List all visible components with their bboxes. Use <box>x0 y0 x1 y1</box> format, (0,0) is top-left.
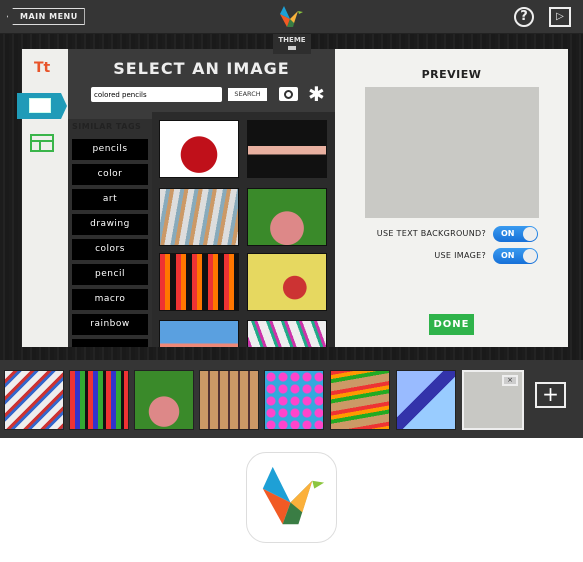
slide-thumbnail[interactable] <box>199 370 259 430</box>
tag-art[interactable]: art <box>72 189 148 210</box>
image-result[interactable] <box>159 320 239 347</box>
image-result[interactable] <box>247 253 327 311</box>
current-slide-thumbnail[interactable]: × <box>462 370 524 430</box>
add-slide-button[interactable]: + <box>535 382 566 408</box>
handle-icon <box>288 46 296 50</box>
text-background-toggle[interactable]: ON <box>493 226 538 242</box>
layout-icon[interactable] <box>30 134 54 152</box>
tag-drawing[interactable]: drawing <box>72 214 148 235</box>
tag-partial[interactable] <box>72 339 148 347</box>
slide-thumbnail[interactable] <box>134 370 194 430</box>
text-tab[interactable]: Tt <box>34 60 50 76</box>
toggle-state: ON <box>501 251 515 260</box>
tag-pencils[interactable]: pencils <box>72 139 148 160</box>
slide-thumbnail[interactable] <box>69 370 129 430</box>
camera-icon[interactable] <box>279 87 298 101</box>
use-image-label: USE IMAGE? <box>434 251 486 260</box>
image-result[interactable] <box>247 320 327 347</box>
slide-thumbnail[interactable] <box>4 370 64 430</box>
text-background-label: USE TEXT BACKGROUND? <box>376 229 486 238</box>
theme-button[interactable]: THEME <box>273 34 311 54</box>
image-grid[interactable] <box>152 112 335 347</box>
image-result[interactable] <box>159 253 239 311</box>
theme-label: THEME <box>278 36 306 44</box>
logo-icon <box>280 6 303 27</box>
toggle-state: ON <box>501 229 515 238</box>
help-button[interactable]: ? <box>514 7 534 27</box>
remove-slide-icon[interactable]: × <box>502 375 518 386</box>
search-button[interactable]: SEARCH <box>228 88 267 101</box>
done-button[interactable]: DONE <box>429 314 474 335</box>
main-menu-button[interactable]: MAIN MENU <box>7 8 85 25</box>
slide-thumbnail[interactable] <box>264 370 324 430</box>
slide-thumbnail[interactable] <box>396 370 456 430</box>
tags-title: SIMILAR TAGS <box>72 122 142 131</box>
search-input[interactable] <box>91 87 222 102</box>
preview-title: PREVIEW <box>421 68 482 81</box>
panel-title: SELECT AN IMAGE <box>113 59 290 78</box>
app-icon <box>246 452 337 543</box>
asterisk-icon[interactable]: ✱ <box>308 82 325 106</box>
image-tab[interactable] <box>17 93 67 119</box>
tag-color[interactable]: color <box>72 164 148 185</box>
preview-image <box>365 87 539 218</box>
image-result[interactable] <box>159 188 239 246</box>
tag-rainbow[interactable]: rainbow <box>72 314 148 335</box>
image-icon <box>29 98 51 113</box>
image-result[interactable] <box>247 120 327 178</box>
slide-thumbnail[interactable] <box>330 370 390 430</box>
image-result[interactable] <box>247 188 327 246</box>
use-image-toggle[interactable]: ON <box>493 248 538 264</box>
play-button[interactable]: ▷ <box>549 7 571 27</box>
tag-colors[interactable]: colors <box>72 239 148 260</box>
tag-macro[interactable]: macro <box>72 289 148 310</box>
image-result[interactable] <box>159 120 239 178</box>
tag-pencil[interactable]: pencil <box>72 264 148 285</box>
haiku-deck-logo-icon <box>262 466 325 525</box>
